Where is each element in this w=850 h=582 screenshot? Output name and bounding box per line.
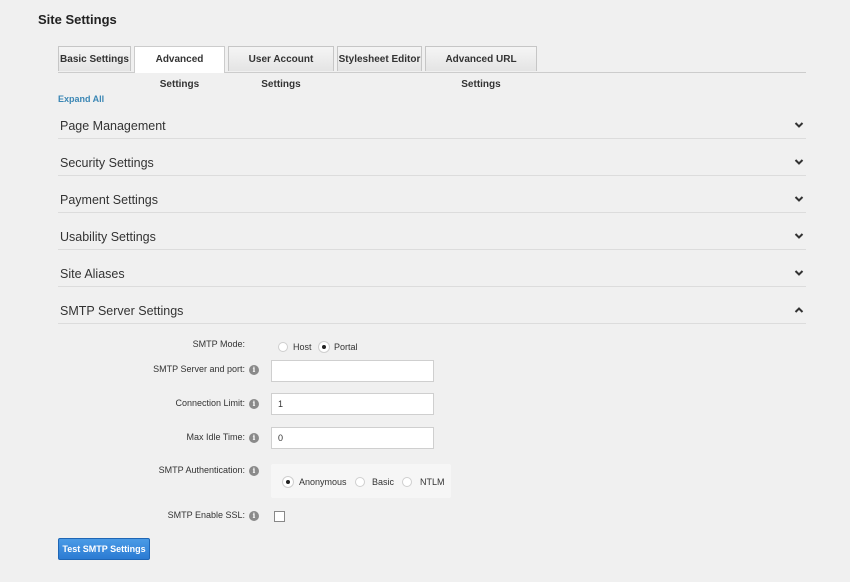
section-label: Site Aliases bbox=[60, 267, 125, 281]
max-idle-time-label: Max Idle Time: bbox=[186, 432, 245, 442]
mode-portal-radio[interactable] bbox=[319, 342, 329, 352]
smtp-server-input[interactable] bbox=[271, 360, 434, 382]
tab-advanced-url-settings[interactable]: Advanced URL Settings bbox=[425, 46, 537, 90]
section-site-aliases[interactable]: Site Aliases bbox=[58, 260, 806, 287]
connection-limit-label: Connection Limit: bbox=[175, 398, 245, 408]
page-title: Site Settings bbox=[38, 12, 117, 27]
auth-ntlm-label: NTLM bbox=[420, 477, 445, 487]
smtp-auth-label: SMTP Authentication: bbox=[158, 465, 245, 475]
mode-host-radio[interactable] bbox=[278, 342, 288, 352]
chevron-up-icon bbox=[794, 307, 804, 313]
section-page-management[interactable]: Page Management bbox=[58, 112, 806, 139]
section-security-settings[interactable]: Security Settings bbox=[58, 149, 806, 176]
section-label: Page Management bbox=[60, 119, 166, 133]
smtp-ssl-checkbox[interactable] bbox=[274, 511, 285, 522]
auth-anonymous-radio[interactable] bbox=[283, 477, 293, 487]
smtp-server-label: SMTP Server and port: bbox=[153, 364, 245, 374]
tab-advanced-settings[interactable]: Advanced Settings bbox=[134, 46, 225, 90]
auth-anonymous-label: Anonymous bbox=[299, 477, 347, 487]
tab-user-account-settings[interactable]: User Account Settings bbox=[228, 46, 334, 90]
section-label: SMTP Server Settings bbox=[60, 304, 184, 318]
tab-stylesheet-editor[interactable]: Stylesheet Editor bbox=[337, 46, 422, 71]
connection-limit-input[interactable]: 1 bbox=[271, 393, 434, 415]
tab-basic-settings[interactable]: Basic Settings bbox=[58, 46, 131, 71]
tab-bar: Basic Settings Advanced Settings User Ac… bbox=[58, 46, 806, 90]
auth-basic-label: Basic bbox=[372, 477, 395, 487]
info-icon[interactable]: i bbox=[249, 399, 259, 409]
chevron-down-icon bbox=[794, 196, 804, 202]
info-icon[interactable]: i bbox=[249, 365, 259, 375]
info-icon[interactable]: i bbox=[249, 466, 259, 476]
smtp-ssl-label: SMTP Enable SSL: bbox=[167, 510, 245, 520]
chevron-down-icon bbox=[794, 270, 804, 276]
smtp-mode-label: SMTP Mode: bbox=[192, 339, 245, 349]
chevron-down-icon bbox=[794, 233, 804, 239]
section-label: Security Settings bbox=[60, 156, 154, 170]
chevron-down-icon bbox=[794, 122, 804, 128]
mode-portal-label: Portal bbox=[334, 342, 358, 352]
section-usability-settings[interactable]: Usability Settings bbox=[58, 223, 806, 250]
section-smtp-server-settings[interactable]: SMTP Server Settings bbox=[58, 297, 806, 324]
info-icon[interactable]: i bbox=[249, 511, 259, 521]
max-idle-time-input[interactable]: 0 bbox=[271, 427, 434, 449]
section-label: Usability Settings bbox=[60, 230, 156, 244]
info-icon[interactable]: i bbox=[249, 433, 259, 443]
expand-all-link[interactable]: Expand All bbox=[58, 94, 104, 104]
test-smtp-settings-button[interactable]: Test SMTP Settings bbox=[58, 538, 150, 560]
chevron-down-icon bbox=[794, 159, 804, 165]
mode-host-label: Host bbox=[293, 342, 312, 352]
auth-ntlm-radio[interactable] bbox=[402, 477, 412, 487]
section-label: Payment Settings bbox=[60, 193, 158, 207]
section-payment-settings[interactable]: Payment Settings bbox=[58, 186, 806, 213]
auth-basic-radio[interactable] bbox=[355, 477, 365, 487]
